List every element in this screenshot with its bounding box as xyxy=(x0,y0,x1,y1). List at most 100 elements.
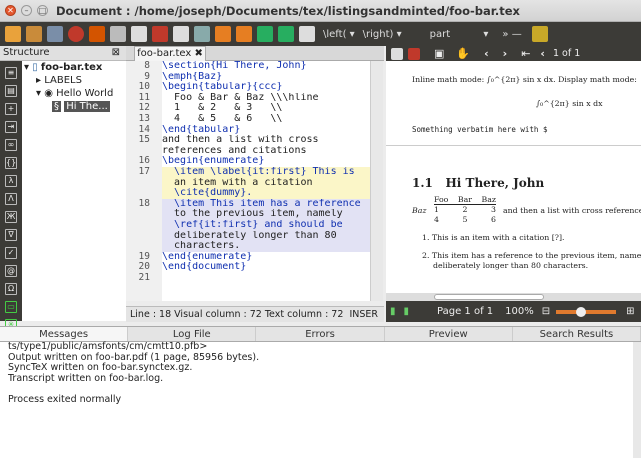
preview-table-cell: Bar xyxy=(457,195,472,204)
tikz-icon[interactable]: ▭ xyxy=(5,301,17,313)
copy-icon[interactable] xyxy=(131,26,147,42)
page-label: Page 1 of 1 xyxy=(437,306,494,317)
maximize-window-icon[interactable]: □ xyxy=(37,5,48,16)
minimize-window-icon[interactable]: – xyxy=(21,5,32,16)
metapost-icon[interactable]: Ω xyxy=(5,283,17,295)
open-file-icon[interactable] xyxy=(26,26,42,42)
code-line[interactable]: \end{enumerate} xyxy=(162,252,370,263)
tab-preview[interactable]: Preview xyxy=(385,327,513,341)
preview-table-row: 1 2 3 xyxy=(434,205,496,215)
code-line[interactable]: \ref{it:first} and should be xyxy=(162,219,370,231)
camera-icon[interactable]: ▣ xyxy=(434,47,444,60)
code-line[interactable]: to the previous item, namely xyxy=(162,209,370,220)
misc-symbols-icon[interactable]: Ж xyxy=(5,211,17,223)
code-line[interactable]: \item \label{it:first} This is xyxy=(162,166,370,178)
code-line[interactable]: references and citations xyxy=(162,146,370,157)
tree-item-labels[interactable]: ▸ LABELS xyxy=(22,74,126,87)
viewer-scroll-thumb[interactable] xyxy=(434,294,544,300)
editor-tab-foo-bar[interactable]: foo-bar.tex ✖ xyxy=(134,46,206,61)
code-line[interactable]: \end{tabular} xyxy=(162,125,370,136)
find-icon[interactable] xyxy=(194,26,210,42)
close-window-icon[interactable]: ✕ xyxy=(5,5,16,16)
save-file-icon[interactable] xyxy=(47,26,63,42)
code-line[interactable]: \item This item has a reference xyxy=(162,198,370,210)
symbols-arrow-icon[interactable]: ⇥ xyxy=(5,121,17,133)
first-page-icon[interactable]: ⇤ xyxy=(521,47,530,60)
greek-upper-icon[interactable]: Λ xyxy=(5,193,17,205)
code-line[interactable]: \section{Hi There, John} xyxy=(162,61,370,72)
check-icon[interactable]: ✓ xyxy=(5,247,17,259)
tab-search-results[interactable]: Search Results xyxy=(513,327,641,341)
view-toggle-icon[interactable] xyxy=(391,47,403,60)
close-pane-icon[interactable]: ⊠ xyxy=(112,46,120,60)
preview-table-cell: Foo xyxy=(434,195,449,204)
log-line: Transcript written on foo-bar.log. xyxy=(8,372,164,384)
zoom-slider-handle[interactable] xyxy=(576,306,587,317)
more-tools-icon[interactable]: » — xyxy=(502,29,521,40)
symbols-operator-icon[interactable]: ∞ xyxy=(5,139,17,151)
pstricks-icon[interactable]: @ xyxy=(5,265,17,277)
code-line[interactable]: characters. xyxy=(162,241,370,252)
tab-messages[interactable]: Messages xyxy=(0,327,129,341)
preview-table-row: Foo Bar Baz xyxy=(434,195,496,205)
view-pdf-icon[interactable] xyxy=(299,26,315,42)
pdf-icon[interactable] xyxy=(408,47,420,60)
symbols-plus-icon[interactable]: + xyxy=(5,103,17,115)
next-page-icon[interactable]: › xyxy=(503,47,508,60)
paste-icon[interactable] xyxy=(173,26,189,42)
log-scrollbar[interactable] xyxy=(633,342,641,458)
bookmarks-icon[interactable]: ▤ xyxy=(5,85,17,97)
structure-view-icon[interactable]: ≡ xyxy=(5,67,17,79)
tree-item-file[interactable]: ▾ ▯ foo-bar.tex xyxy=(22,61,126,74)
close-tab-icon[interactable]: ✖ xyxy=(195,48,203,59)
undo-icon[interactable] xyxy=(89,26,105,42)
code-line[interactable]: Foo & Bar & Baz \\\hline xyxy=(162,93,370,104)
code-editor[interactable]: \section{Hi There, John} \emph{Baz} \begin… xyxy=(162,61,370,301)
page-indicator[interactable]: 1 of 1 xyxy=(553,48,580,59)
compile-icon[interactable] xyxy=(257,26,273,42)
sectioning-select[interactable]: part ▾ xyxy=(430,29,489,40)
back-page-icon[interactable]: ‹ xyxy=(540,47,545,60)
code-line[interactable]: and then a list with cross xyxy=(162,135,370,146)
redo-icon[interactable] xyxy=(110,26,126,42)
right-delimiter-select[interactable]: \right) ▾ xyxy=(363,29,402,40)
viewer-hscrollbar[interactable] xyxy=(386,293,641,301)
code-line[interactable]: \end{document} xyxy=(162,262,370,273)
zoom-in-icon[interactable]: ⊞ xyxy=(626,306,634,317)
code-line[interactable]: deliberately longer than 80 xyxy=(162,230,370,242)
code-line[interactable]: \emph{Baz} xyxy=(162,72,370,83)
sync-back-icon[interactable]: ▮ xyxy=(404,306,410,317)
prev-page-icon[interactable]: ‹ xyxy=(484,47,489,60)
tree-item-subsection[interactable]: § Hi The... xyxy=(22,100,126,113)
line-number: 21 xyxy=(138,272,150,283)
zoom-out-icon[interactable]: ⊟ xyxy=(542,306,550,317)
tab-errors[interactable]: Errors xyxy=(256,327,385,341)
left-delimiter-select[interactable]: \left( ▾ xyxy=(323,29,355,40)
delimiters-icon[interactable]: {} xyxy=(5,157,17,169)
hand-tool-icon[interactable]: ✋ xyxy=(456,47,470,60)
code-line[interactable]: 4 & 5 & 6 \\ xyxy=(162,114,370,125)
sync-icon[interactable]: ▮ xyxy=(390,306,396,317)
run-icon[interactable] xyxy=(278,26,294,42)
code-line[interactable]: 1 & 2 & 3 \\ xyxy=(162,103,370,114)
forward-icon[interactable] xyxy=(236,26,252,42)
code-line[interactable]: an item with a citation xyxy=(162,177,370,189)
tool-icon[interactable] xyxy=(531,26,548,42)
structure-tree: ▾ ▯ foo-bar.tex ▸ LABELS ▾ ◉ Hello World… xyxy=(22,61,126,321)
code-line[interactable] xyxy=(162,273,370,284)
zoom-slider[interactable] xyxy=(556,306,617,317)
title-bar: ✕ – □ Document : /home/joseph/Documents/… xyxy=(0,0,641,22)
code-line[interactable]: \begin{enumerate} xyxy=(162,156,370,167)
tree-item-section[interactable]: ▾ ◉ Hello World xyxy=(22,87,126,100)
greek-icon[interactable]: λ xyxy=(5,175,17,187)
editor-scrollbar[interactable] xyxy=(370,61,383,301)
close-file-icon[interactable] xyxy=(68,26,84,42)
tab-log-file[interactable]: Log File xyxy=(128,327,257,341)
code-line[interactable]: \cite{dummy}. xyxy=(162,188,370,199)
cut-icon[interactable] xyxy=(152,26,168,42)
pdf-page: Inline math mode: ∫₀^{2π} sin x dx. Disp… xyxy=(386,61,641,293)
code-line[interactable]: \begin{tabular}{ccc} xyxy=(162,82,370,93)
new-file-icon[interactable] xyxy=(5,26,21,42)
back-icon[interactable] xyxy=(215,26,231,42)
nabla-icon[interactable]: ∇ xyxy=(5,229,17,241)
